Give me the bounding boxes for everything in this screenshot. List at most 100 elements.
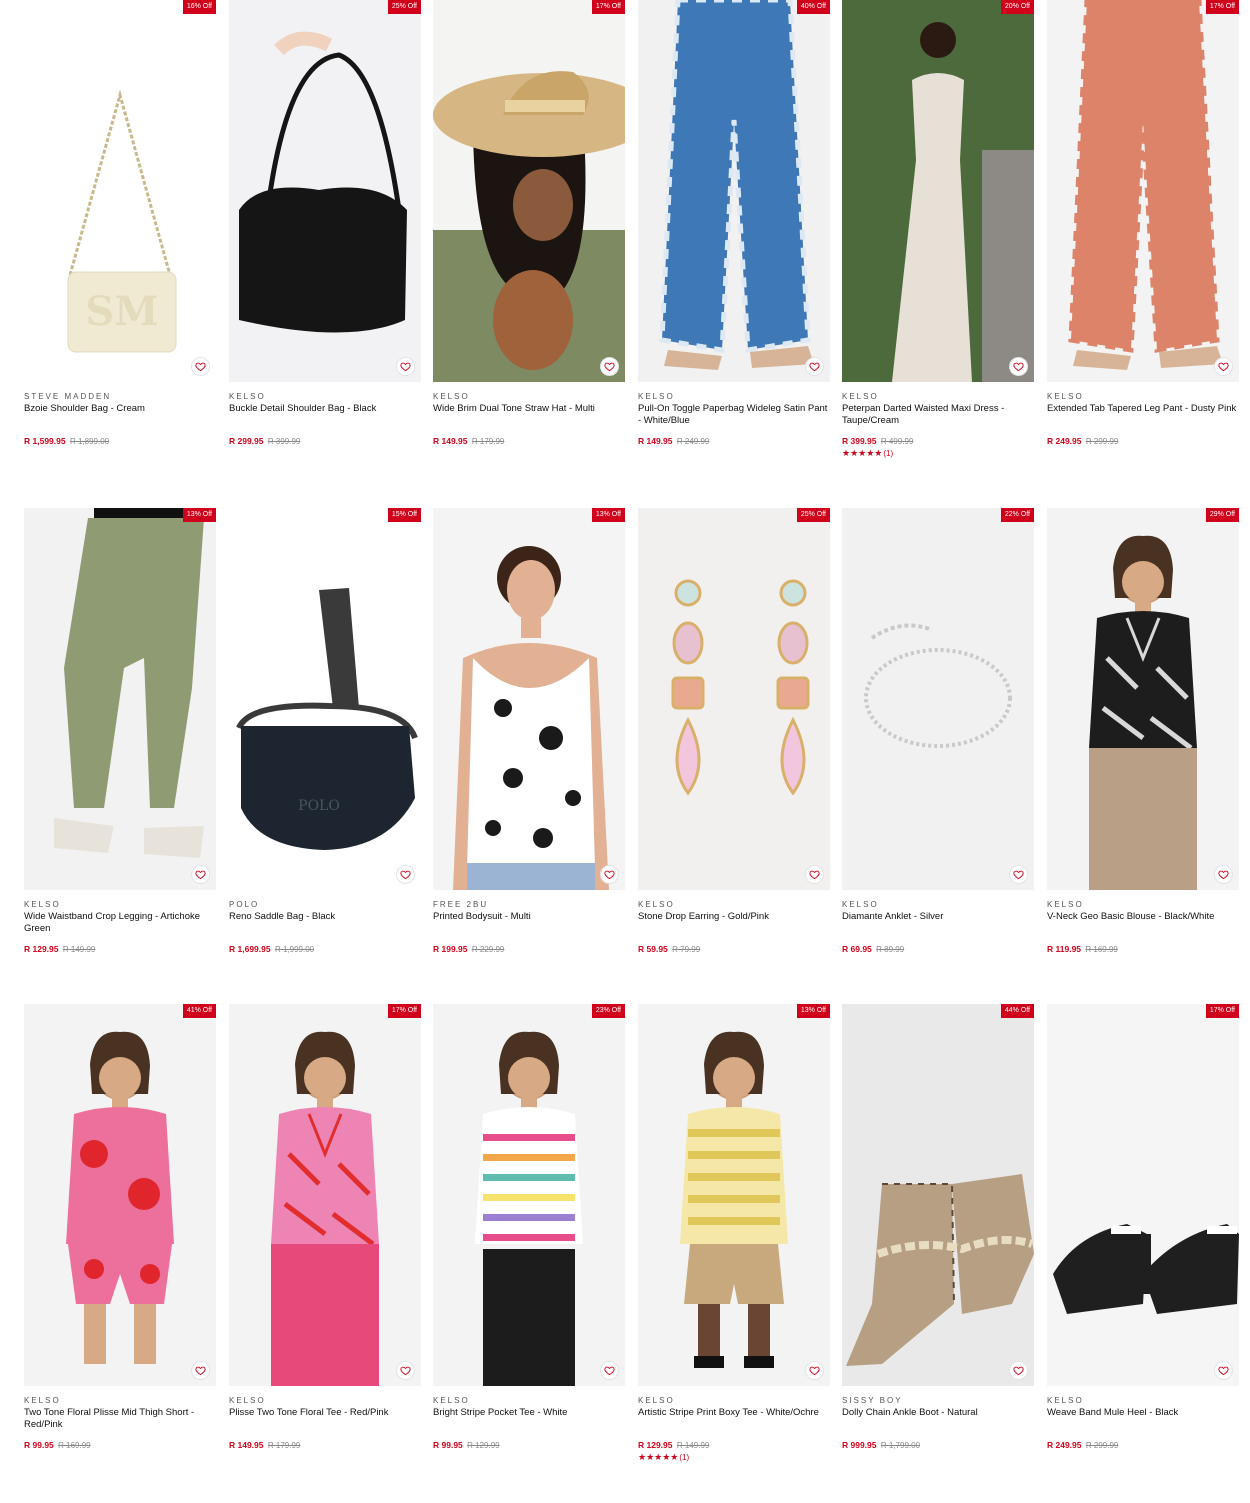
product-brand[interactable]: KELSO xyxy=(1047,1396,1239,1406)
sale-price: R 119.95 xyxy=(1047,944,1082,954)
wishlist-heart-button[interactable] xyxy=(1214,1361,1233,1380)
product-brand[interactable]: KELSO xyxy=(638,900,830,910)
product-brand[interactable]: POLO xyxy=(229,900,421,910)
wishlist-heart-button[interactable] xyxy=(191,865,210,884)
product-brand[interactable]: KELSO xyxy=(1047,392,1239,402)
product-brand[interactable]: SISSY BOY xyxy=(842,1396,1034,1406)
product-brand[interactable]: KELSO xyxy=(433,1396,625,1406)
wishlist-heart-button[interactable] xyxy=(396,865,415,884)
product-card[interactable]: 41% Off KELSO Two Tone Floral Plisse Mid … xyxy=(24,1004,216,1451)
wishlist-heart-button[interactable] xyxy=(1009,357,1028,376)
product-name[interactable]: Dolly Chain Ankle Boot - Natural xyxy=(842,1407,1034,1430)
product-card[interactable]: 25% Off KELSO Buckle Detail Shoulder Bag … xyxy=(229,0,421,447)
product-image[interactable]: 23% Off xyxy=(433,1004,625,1386)
price-row: R 129.95 R 149.99 xyxy=(638,1440,830,1451)
rating[interactable]: ★★★★★(1) xyxy=(842,448,1034,459)
product-name[interactable]: Diamante Anklet - Silver xyxy=(842,911,1034,934)
product-card[interactable]: 22% Off KELSO Diamante Anklet - Silver R 6… xyxy=(842,508,1034,955)
product-name[interactable]: Extended Tab Tapered Leg Pant - Dusty Pi… xyxy=(1047,403,1239,426)
price-row: R 399.95 R 499.99 xyxy=(842,436,1034,447)
product-card[interactable]: 29% Off KELSO V-Neck Geo Basic Blouse - B… xyxy=(1047,508,1239,955)
wishlist-heart-button[interactable] xyxy=(805,865,824,884)
product-image[interactable]: 17% Off xyxy=(1047,0,1239,382)
product-image[interactable]: 20% Off xyxy=(842,0,1034,382)
product-card[interactable]: SM 16% Off STEVE MADDEN Bzoie Shoulder Bag… xyxy=(24,0,216,447)
product-brand[interactable]: KELSO xyxy=(24,900,216,910)
wishlist-heart-button[interactable] xyxy=(600,1361,619,1380)
wishlist-heart-button[interactable] xyxy=(1214,865,1233,884)
price-row: R 299.95 R 399.99 xyxy=(229,436,421,447)
product-brand[interactable]: KELSO xyxy=(842,900,1034,910)
product-brand[interactable]: KELSO xyxy=(638,392,830,402)
product-name[interactable]: Wide Waistband Crop Legging - Artichoke … xyxy=(24,911,216,934)
wishlist-heart-button[interactable] xyxy=(396,357,415,376)
product-image[interactable]: 25% Off xyxy=(229,0,421,382)
product-brand[interactable]: KELSO xyxy=(229,1396,421,1406)
product-name[interactable]: Two Tone Floral Plisse Mid Thigh Short -… xyxy=(24,1407,216,1430)
product-name[interactable]: Weave Band Mule Heel - Black xyxy=(1047,1407,1239,1430)
product-brand[interactable]: KELSO xyxy=(1047,900,1239,910)
star-rating-icons: ★★★★★ xyxy=(842,448,883,458)
wishlist-heart-button[interactable] xyxy=(1214,357,1233,376)
rating[interactable]: ★★★★★(1) xyxy=(638,1452,830,1463)
product-card[interactable]: 44% Off SISSY BOY Dolly Chain Ankle Boot … xyxy=(842,1004,1034,1451)
product-image[interactable]: SM 16% Off xyxy=(24,0,216,382)
product-brand[interactable]: FREE 2BU xyxy=(433,900,625,910)
product-image[interactable]: 25% Off xyxy=(638,508,830,890)
product-image[interactable]: 17% Off xyxy=(1047,1004,1239,1386)
product-card[interactable]: 17% Off KELSO Wide Brim Dual Tone Straw H… xyxy=(433,0,625,447)
product-card[interactable]: 17% Off KELSO Weave Band Mule Heel - Blac… xyxy=(1047,1004,1239,1451)
product-name[interactable]: Plisse Two Tone Floral Tee - Red/Pink xyxy=(229,1407,421,1430)
product-image[interactable]: POLO 15% Off xyxy=(229,508,421,890)
product-card[interactable]: 25% Off KELSO Stone Drop Earring - Gold/P… xyxy=(638,508,830,955)
product-name[interactable]: Reno Saddle Bag - Black xyxy=(229,911,421,934)
product-image[interactable]: 29% Off xyxy=(1047,508,1239,890)
product-image[interactable]: 13% Off xyxy=(24,508,216,890)
product-name[interactable]: Peterpan Darted Waisted Maxi Dress - Tau… xyxy=(842,403,1034,426)
product-name[interactable]: Wide Brim Dual Tone Straw Hat - Multi xyxy=(433,403,625,426)
product-brand[interactable]: KELSO xyxy=(229,392,421,402)
wishlist-heart-button[interactable] xyxy=(600,865,619,884)
product-card[interactable]: POLO 15% Off POLO Reno Saddle Bag - Black R… xyxy=(229,508,421,955)
product-name[interactable]: Bright Stripe Pocket Tee - White xyxy=(433,1407,625,1430)
product-brand[interactable]: STEVE MADDEN xyxy=(24,392,216,402)
product-image[interactable]: 17% Off xyxy=(229,1004,421,1386)
product-image[interactable]: 17% Off xyxy=(433,0,625,382)
heart-icon xyxy=(809,1366,820,1376)
product-name[interactable]: Artistic Stripe Print Boxy Tee - White/O… xyxy=(638,1407,830,1430)
product-brand[interactable]: KELSO xyxy=(638,1396,830,1406)
product-card[interactable]: 17% Off KELSO Plisse Two Tone Floral Tee … xyxy=(229,1004,421,1451)
product-image[interactable]: 22% Off xyxy=(842,508,1034,890)
original-price: R 499.99 xyxy=(880,437,914,446)
product-brand[interactable]: KELSO xyxy=(433,392,625,402)
product-image[interactable]: 13% Off xyxy=(433,508,625,890)
product-card[interactable]: 13% Off KELSO Artistic Stripe Print Boxy … xyxy=(638,1004,830,1463)
wishlist-heart-button[interactable] xyxy=(600,357,619,376)
wishlist-heart-button[interactable] xyxy=(396,1361,415,1380)
product-brand[interactable]: KELSO xyxy=(842,392,1034,402)
product-name[interactable]: V-Neck Geo Basic Blouse - Black/White xyxy=(1047,911,1239,934)
product-image[interactable]: 13% Off xyxy=(638,1004,830,1386)
product-card[interactable]: 20% Off KELSO Peterpan Darted Waisted Max… xyxy=(842,0,1034,459)
product-card[interactable]: 17% Off KELSO Extended Tab Tapered Leg Pa… xyxy=(1047,0,1239,447)
product-name[interactable]: Printed Bodysuit - Multi xyxy=(433,911,625,934)
product-card[interactable]: 40% Off KELSO Pull-On Toggle Paperbag Wid… xyxy=(638,0,830,447)
product-name[interactable]: Pull-On Toggle Paperbag Wideleg Satin Pa… xyxy=(638,403,830,426)
wishlist-heart-button[interactable] xyxy=(191,1361,210,1380)
product-card[interactable]: 13% Off KELSO Wide Waistband Crop Legging… xyxy=(24,508,216,955)
product-image[interactable]: 40% Off xyxy=(638,0,830,382)
wishlist-heart-button[interactable] xyxy=(191,357,210,376)
wishlist-heart-button[interactable] xyxy=(1009,865,1028,884)
product-name[interactable]: Stone Drop Earring - Gold/Pink xyxy=(638,911,830,934)
wishlist-heart-button[interactable] xyxy=(1009,1361,1028,1380)
product-card[interactable]: 23% Off KELSO Bright Stripe Pocket Tee - … xyxy=(433,1004,625,1451)
product-name[interactable]: Bzoie Shoulder Bag - Cream xyxy=(24,403,216,426)
product-name[interactable]: Buckle Detail Shoulder Bag - Black xyxy=(229,403,421,426)
product-brand[interactable]: KELSO xyxy=(24,1396,216,1406)
original-price: R 249.99 xyxy=(676,437,710,446)
product-image[interactable]: 41% Off xyxy=(24,1004,216,1386)
wishlist-heart-button[interactable] xyxy=(805,1361,824,1380)
wishlist-heart-button[interactable] xyxy=(805,357,824,376)
product-image[interactable]: 44% Off xyxy=(842,1004,1034,1386)
product-card[interactable]: 13% Off FREE 2BU Printed Bodysuit - Multi… xyxy=(433,508,625,955)
